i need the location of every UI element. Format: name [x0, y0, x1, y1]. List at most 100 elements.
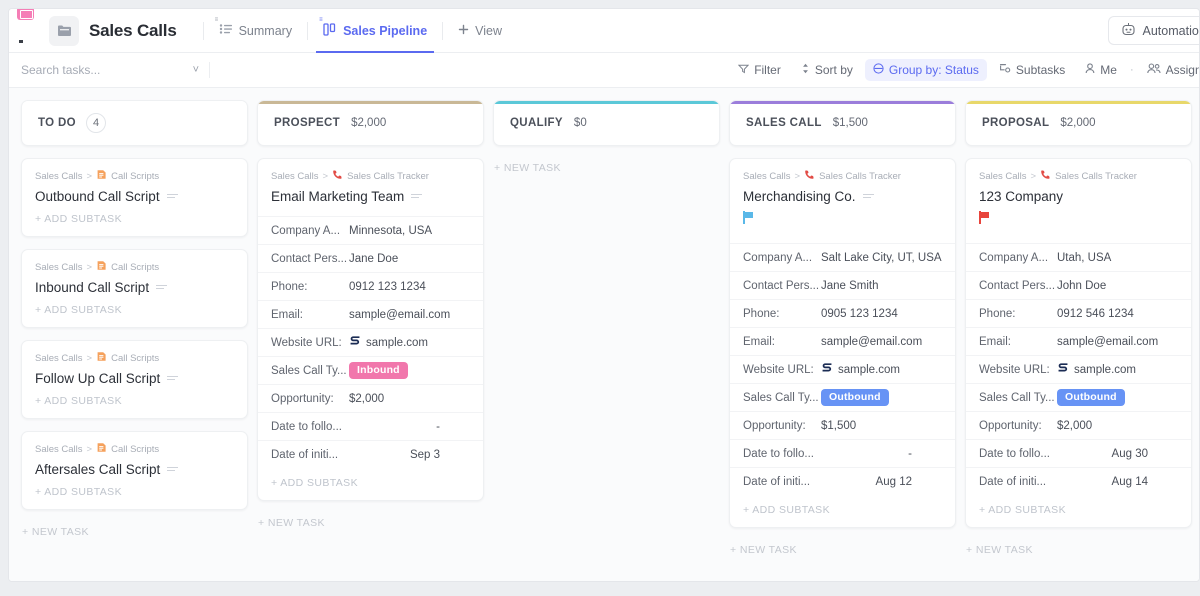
- column-header[interactable]: PROPOSAL$2,000: [965, 100, 1192, 146]
- card-field[interactable]: Email:sample@email.com: [730, 327, 955, 355]
- task-title[interactable]: Aftersales Call Script: [22, 456, 247, 477]
- card-field-value[interactable]: Sep 3: [410, 449, 440, 461]
- column-header[interactable]: QUALIFY$0: [493, 100, 720, 146]
- card-field[interactable]: Website URL:sample.com: [258, 328, 483, 356]
- card-field-value[interactable]: 0905 123 1234: [821, 308, 898, 320]
- card-field[interactable]: Company A...Minnesota, USA: [258, 216, 483, 244]
- add-subtask-button[interactable]: + ADD SUBTASK: [730, 495, 955, 527]
- column-header[interactable]: PROSPECT$2,000: [257, 100, 484, 146]
- card-field[interactable]: Website URL:sample.com: [966, 355, 1191, 383]
- card-field-value[interactable]: sample.com: [349, 335, 428, 350]
- card-field-value[interactable]: Utah, USA: [1057, 252, 1111, 264]
- search-input[interactable]: Search tasks... ˅: [21, 58, 199, 82]
- tab-summary[interactable]: ≡ Summary: [208, 9, 303, 53]
- card-field-value[interactable]: Aug 12: [876, 476, 912, 488]
- card-field-value[interactable]: Aug 30: [1112, 448, 1148, 460]
- new-task-button[interactable]: + NEW TASK: [21, 522, 248, 548]
- me-button[interactable]: Me: [1077, 59, 1125, 81]
- group-by-button[interactable]: Group by: Status: [865, 59, 987, 81]
- priority-flag-icon[interactable]: [979, 211, 990, 224]
- card-field[interactable]: Opportunity:$1,500: [730, 411, 955, 439]
- task-card[interactable]: Sales Calls>Call ScriptsFollow Up Call S…: [21, 340, 248, 419]
- sort-by-button[interactable]: Sort by: [793, 59, 861, 81]
- add-view-button[interactable]: View: [447, 9, 513, 53]
- card-field-value[interactable]: 0912 546 1234: [1057, 308, 1134, 320]
- card-field[interactable]: Contact Pers...John Doe: [966, 271, 1191, 299]
- card-field-value[interactable]: Salt Lake City, UT, USA: [821, 252, 942, 264]
- card-field-value[interactable]: 0912 123 1234: [349, 281, 426, 293]
- card-field[interactable]: Sales Call Ty...Outbound: [730, 383, 955, 411]
- card-field-value[interactable]: $2,000: [1057, 420, 1092, 432]
- add-subtask-button[interactable]: + ADD SUBTASK: [966, 495, 1191, 527]
- card-field[interactable]: Phone:0905 123 1234: [730, 299, 955, 327]
- breadcrumb[interactable]: Sales Calls>Call Scripts: [22, 169, 247, 183]
- card-field-value[interactable]: $2,000: [349, 393, 384, 405]
- new-task-button[interactable]: + NEW TASK: [257, 513, 484, 539]
- status-badge[interactable]: Outbound: [821, 389, 889, 406]
- card-field[interactable]: Email:sample@email.com: [258, 300, 483, 328]
- card-field[interactable]: Opportunity:$2,000: [258, 384, 483, 412]
- card-field[interactable]: Date to follo...-: [258, 412, 483, 440]
- new-task-button[interactable]: + NEW TASK: [965, 540, 1192, 566]
- card-field-value[interactable]: Jane Smith: [821, 280, 879, 292]
- card-field-value[interactable]: sample@email.com: [349, 309, 450, 321]
- card-field[interactable]: Date to follo...-: [730, 439, 955, 467]
- card-field-value[interactable]: Aug 14: [1112, 476, 1148, 488]
- new-task-button[interactable]: + NEW TASK: [729, 540, 956, 566]
- task-title[interactable]: Merchandising Co.: [730, 183, 955, 204]
- card-field-value[interactable]: Jane Doe: [349, 253, 398, 265]
- status-badge[interactable]: Outbound: [1057, 389, 1125, 406]
- breadcrumb[interactable]: Sales Calls>Call Scripts: [22, 260, 247, 274]
- subtasks-button[interactable]: Subtasks: [991, 59, 1073, 81]
- new-task-button[interactable]: + NEW TASK: [493, 158, 720, 184]
- card-field-value[interactable]: Outbound: [821, 389, 889, 406]
- automations-button[interactable]: Automations: [1108, 16, 1200, 45]
- status-badge[interactable]: Inbound: [349, 362, 408, 379]
- card-field[interactable]: Email:sample@email.com: [966, 327, 1191, 355]
- card-field-value[interactable]: Inbound: [349, 362, 408, 379]
- card-field[interactable]: Company A...Salt Lake City, UT, USA: [730, 243, 955, 271]
- task-card[interactable]: Sales Calls>Sales Calls TrackerEmail Mar…: [257, 158, 484, 501]
- task-card[interactable]: Sales Calls>Call ScriptsAftersales Call …: [21, 431, 248, 510]
- breadcrumb[interactable]: Sales Calls>Sales Calls Tracker: [730, 169, 955, 183]
- task-title[interactable]: Email Marketing Team: [258, 183, 483, 204]
- card-field-value[interactable]: $1,500: [821, 420, 856, 432]
- card-field[interactable]: Website URL:sample.com: [730, 355, 955, 383]
- card-field-value[interactable]: sample@email.com: [1057, 336, 1158, 348]
- card-field-value[interactable]: sample@email.com: [821, 336, 922, 348]
- column-header[interactable]: TO DO4: [21, 100, 248, 146]
- card-field[interactable]: Date of initi...Aug 14: [966, 467, 1191, 495]
- priority-flag-icon[interactable]: [743, 211, 754, 224]
- card-field[interactable]: Sales Call Ty...Inbound: [258, 356, 483, 384]
- card-field[interactable]: Sales Call Ty...Outbound: [966, 383, 1191, 411]
- card-field[interactable]: Phone:0912 546 1234: [966, 299, 1191, 327]
- task-title[interactable]: Inbound Call Script: [22, 274, 247, 295]
- breadcrumb[interactable]: Sales Calls>Sales Calls Tracker: [966, 169, 1191, 183]
- card-field-value[interactable]: John Doe: [1057, 280, 1106, 292]
- add-subtask-button[interactable]: + ADD SUBTASK: [22, 386, 247, 418]
- task-card[interactable]: Sales Calls>Call ScriptsOutbound Call Sc…: [21, 158, 248, 237]
- card-field[interactable]: Contact Pers...Jane Smith: [730, 271, 955, 299]
- card-field-value[interactable]: -: [908, 448, 912, 460]
- task-title[interactable]: Outbound Call Script: [22, 183, 247, 204]
- card-field-value[interactable]: sample.com: [821, 362, 900, 377]
- card-field[interactable]: Date to follo...Aug 30: [966, 439, 1191, 467]
- assignees-button[interactable]: Assignees: [1139, 59, 1200, 81]
- card-field[interactable]: Opportunity:$2,000: [966, 411, 1191, 439]
- column-header[interactable]: SALES CALL$1,500: [729, 100, 956, 146]
- tab-sales-pipeline[interactable]: ≡ Sales Pipeline: [312, 9, 438, 53]
- chevron-down-icon[interactable]: ˅: [193, 64, 199, 76]
- card-field-value[interactable]: -: [436, 421, 440, 433]
- card-field[interactable]: Date of initi...Aug 12: [730, 467, 955, 495]
- card-field-value[interactable]: Minnesota, USA: [349, 225, 432, 237]
- task-title[interactable]: 123 Company: [966, 183, 1191, 204]
- breadcrumb[interactable]: Sales Calls>Call Scripts: [22, 442, 247, 456]
- add-subtask-button[interactable]: + ADD SUBTASK: [22, 295, 247, 327]
- card-field[interactable]: Date of initi...Sep 3: [258, 440, 483, 468]
- add-subtask-button[interactable]: + ADD SUBTASK: [258, 468, 483, 500]
- task-title[interactable]: Follow Up Call Script: [22, 365, 247, 386]
- card-field-value[interactable]: sample.com: [1057, 362, 1136, 377]
- add-subtask-button[interactable]: + ADD SUBTASK: [22, 477, 247, 509]
- card-field[interactable]: Company A...Utah, USA: [966, 243, 1191, 271]
- card-field-value[interactable]: Outbound: [1057, 389, 1125, 406]
